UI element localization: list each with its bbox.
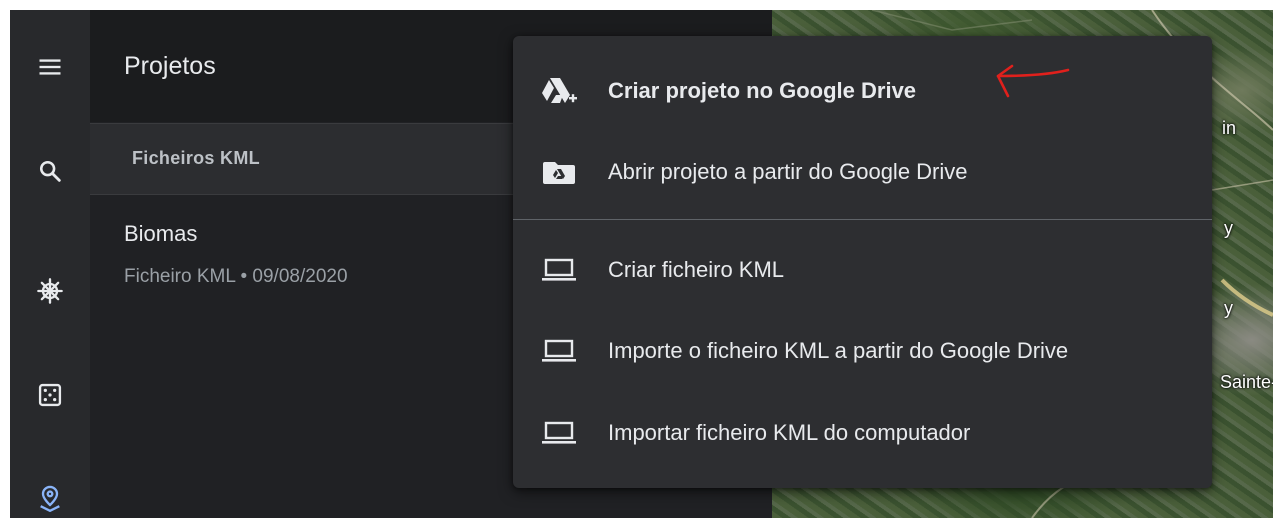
menu-item-label: Importar ficheiro KML do computador [608,420,971,445]
laptop-icon [539,417,579,449]
red-arrow-annotation [996,64,1070,98]
left-nav-rail [10,10,90,518]
map-label: in [1222,118,1237,138]
map-label: y [1224,218,1233,238]
menu-item-import-kml-drive[interactable]: Importe o ficheiro KML a partir do Googl… [513,316,1212,386]
map-label: y [1224,298,1233,318]
projects-button[interactable] [28,476,72,518]
feeling-lucky-dice-icon [38,383,62,407]
menu-item-label: Importe o ficheiro KML a partir do Googl… [608,338,1069,363]
menu-item-create-drive-project[interactable]: Criar projeto no Google Drive [513,56,1212,126]
drive-add-icon [539,75,579,107]
menu-item-open-drive-project[interactable]: Abrir projeto a partir do Google Drive [513,137,1212,207]
feeling-lucky-button[interactable] [28,373,72,417]
page-title: Projetos [124,52,216,80]
voyager-button[interactable] [28,269,72,313]
menu-divider [513,219,1212,220]
voyager-wheel-icon [37,278,63,304]
search-button[interactable] [28,149,72,193]
menu-item-label: Abrir projeto a partir do Google Drive [608,159,968,184]
menu-icon [39,59,61,75]
drive-folder-icon [539,156,579,188]
map-label: Sainte- [1220,372,1273,392]
menu-item-label: Criar ficheiro KML [608,257,785,282]
laptop-icon [539,254,579,286]
menu-item-import-kml-computer[interactable]: Importar ficheiro KML do computador [513,398,1212,468]
menu-item-label: Criar projeto no Google Drive [608,78,917,103]
section-label: Ficheiros KML [132,148,260,168]
new-project-menu: Criar projeto no Google Drive Abrir proj… [513,36,1212,488]
laptop-icon [539,335,579,367]
menu-button[interactable] [28,45,72,89]
menu-item-create-kml[interactable]: Criar ficheiro KML [513,235,1212,305]
search-icon [39,160,61,182]
projects-pin-icon [40,485,60,512]
project-meta: Ficheiro KML • 09/08/2020 [124,266,348,287]
project-name: Biomas [124,221,198,246]
